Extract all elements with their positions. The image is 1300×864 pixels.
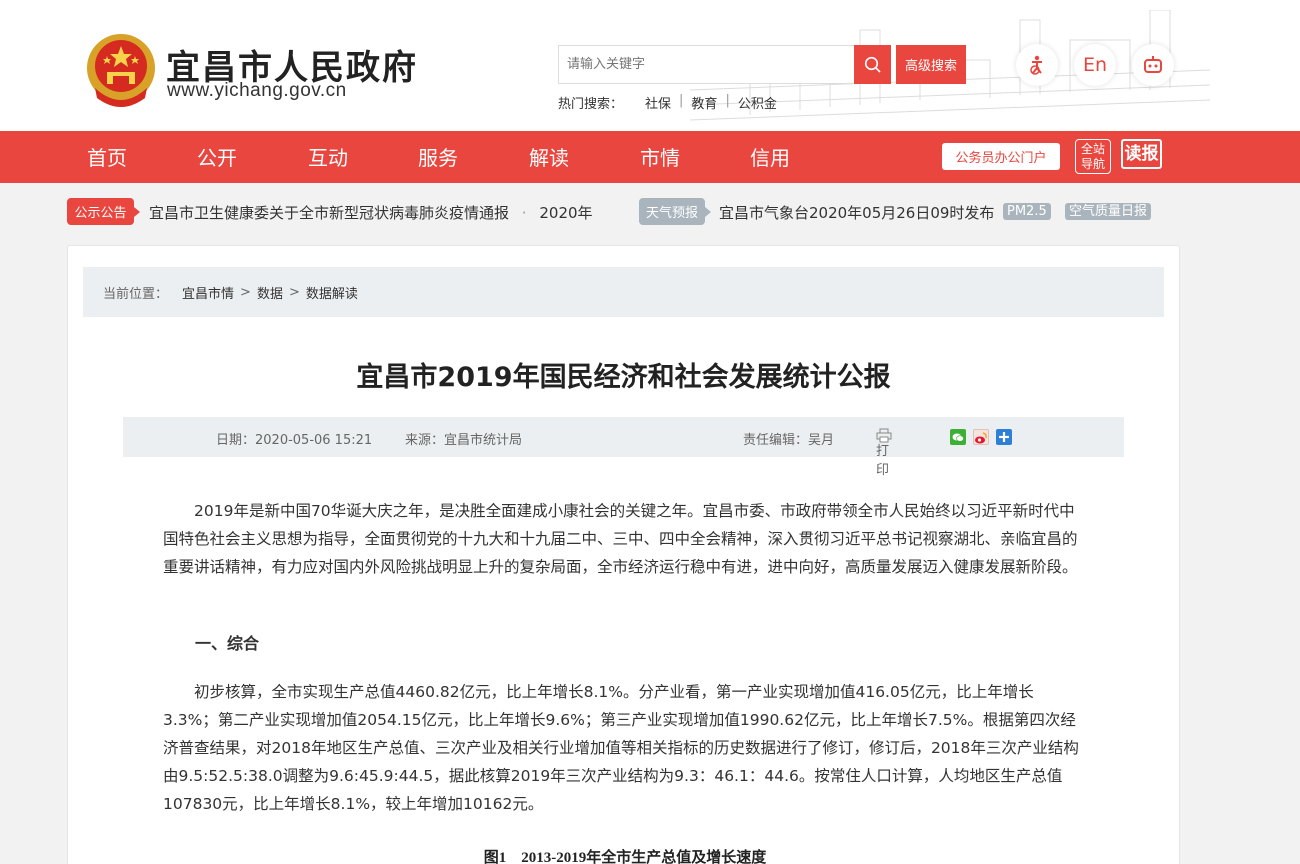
section-heading: 一、综合 — [195, 634, 260, 653]
article-date: 日期：2020-05-06 15:21 — [216, 433, 373, 448]
article-body: 2019年是新中国70华诞大庆之年，是决胜全面建成小康社会的关键之年。宜昌市委、… — [163, 497, 1088, 581]
article-source: 来源：宜昌市统计局 — [405, 433, 523, 448]
article-paragraph: 初步核算，全市实现生产总值4460.82亿元，比上年增长8.1%。分产业看，第一… — [163, 683, 1079, 813]
sitemap-button[interactable]: 全站 导航 — [1075, 139, 1111, 174]
article-body-2: 初步核算，全市实现生产总值4460.82亿元，比上年增长8.1%。分产业看，第一… — [163, 678, 1088, 818]
search-icon — [864, 56, 881, 73]
weather-text[interactable]: 宜昌市气象台2020年05月26日09时发布 — [719, 202, 994, 223]
article-paragraph: 2019年是新中国70华诞大庆之年，是决胜全面建成小康社会的关键之年。宜昌市委、… — [163, 502, 1078, 576]
hot-search: 热门搜索： 社保 | 教育 | 公积金 — [558, 93, 785, 112]
ticker-bullet: · — [521, 204, 527, 222]
figure-caption: 图1 2013-2019年全市生产总值及增长速度 — [483, 850, 767, 864]
breadcrumb-separator: > — [288, 284, 300, 300]
read-newspaper-label: 读报 — [1121, 139, 1162, 169]
breadcrumb-item-data-interpretation[interactable]: 数据解读 — [306, 283, 358, 302]
print-button[interactable]: 打印 — [876, 428, 894, 478]
nav-item-jiedu[interactable]: 解读 — [529, 131, 569, 183]
search-input[interactable] — [559, 46, 854, 83]
sitemap-label-line2: 导航 — [1080, 157, 1105, 171]
hot-search-link-gongjijin[interactable]: 公积金 — [730, 93, 785, 112]
announcement-text-2[interactable]: 2020年 — [539, 204, 592, 222]
site-header: 宜昌市人民政府 www.yichang.gov.cn 高级搜索 热门搜索： 社保… — [0, 0, 1300, 131]
accessibility-button[interactable] — [1016, 44, 1058, 86]
robot-icon — [1144, 56, 1162, 73]
english-button[interactable]: En — [1074, 44, 1116, 86]
wechat-share-icon[interactable] — [950, 429, 966, 445]
breadcrumb: 当前位置： 宜昌市情 > 数据 > 数据解读 — [83, 267, 1164, 317]
hot-search-link-jiaoyu[interactable]: 教育 — [683, 93, 725, 112]
more-share-icon[interactable] — [996, 429, 1012, 445]
civil-servant-portal-button[interactable]: 公务员办公门户 — [942, 143, 1060, 170]
article-title: 宜昌市2019年国民经济和社会发展统计公报 — [356, 362, 891, 393]
nav-item-fuwu[interactable]: 服务 — [418, 131, 458, 183]
breadcrumb-separator: > — [240, 284, 251, 300]
nav-item-gongkai[interactable]: 公开 — [197, 131, 237, 183]
nav-item-shiqing[interactable]: 市情 — [640, 131, 680, 183]
site-url: www.yichang.gov.cn — [167, 80, 347, 101]
breadcrumb-item-data[interactable]: 数据 — [257, 283, 283, 302]
pm25-tag[interactable]: PM2.5 — [1003, 203, 1051, 220]
search-button[interactable] — [854, 45, 891, 84]
national-emblem-logo — [87, 34, 155, 107]
announcement-badge: 公示公告 — [67, 198, 140, 225]
search-box — [558, 45, 855, 84]
hot-search-link-shebao[interactable]: 社保 — [637, 93, 679, 112]
section-heading-wrap: 一、综合 — [195, 630, 395, 658]
nav-item-xinyong[interactable]: 信用 — [750, 131, 790, 183]
print-label: 打印 — [876, 444, 890, 478]
weibo-share-icon[interactable] — [973, 429, 989, 445]
advanced-search-button[interactable]: 高级搜索 — [896, 45, 966, 84]
air-quality-tag[interactable]: 空气质量日报 — [1065, 203, 1152, 220]
read-newspaper-button[interactable]: 读报 — [1121, 139, 1162, 175]
article-editor: 责任编辑：吴月 — [743, 433, 835, 448]
nav-item-hudong[interactable]: 互动 — [308, 131, 348, 183]
weather-badge: 天气预报 — [639, 198, 711, 225]
announcement-ticker[interactable]: 宜昌市卫生健康委关于全市新型冠状病毒肺炎疫情通报 · 2020年 — [149, 202, 615, 223]
accessibility-icon — [1030, 55, 1042, 75]
announcement-text[interactable]: 宜昌市卫生健康委关于全市新型冠状病毒肺炎疫情通报 — [149, 204, 509, 222]
nav-item-home[interactable]: 首页 — [87, 131, 127, 183]
breadcrumb-label: 当前位置： — [103, 286, 169, 302]
hot-search-label: 热门搜索： — [558, 97, 624, 112]
sitemap-label-line1: 全站 — [1080, 142, 1105, 156]
robot-button[interactable] — [1132, 44, 1174, 86]
breadcrumb-item-shiqing[interactable]: 宜昌市情 — [182, 283, 234, 302]
